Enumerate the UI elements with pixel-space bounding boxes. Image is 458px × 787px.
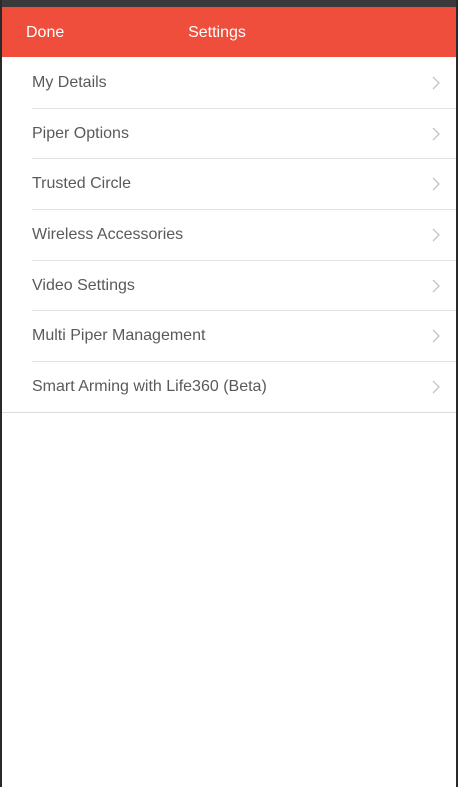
- settings-item-label: Piper Options: [32, 124, 129, 142]
- top-edge: [2, 0, 456, 7]
- settings-item-piper-options[interactable]: Piper Options: [2, 107, 456, 159]
- settings-item-my-details[interactable]: My Details: [2, 57, 456, 108]
- chevron-right-icon: [432, 127, 440, 141]
- chevron-right-icon: [432, 279, 440, 293]
- settings-item-trusted-circle[interactable]: Trusted Circle: [2, 158, 456, 210]
- chevron-right-icon: [432, 380, 440, 394]
- navigation-bar: Done Settings: [2, 7, 456, 57]
- settings-item-label: Video Settings: [32, 276, 135, 294]
- chevron-right-icon: [432, 76, 440, 90]
- settings-item-video-settings[interactable]: Video Settings: [2, 259, 456, 311]
- settings-list: My Details Piper Options Trusted Circle …: [2, 57, 456, 413]
- settings-item-label: Smart Arming with Life360 (Beta): [32, 378, 267, 396]
- settings-item-label: Trusted Circle: [32, 175, 131, 193]
- settings-item-smart-arming[interactable]: Smart Arming with Life360 (Beta): [2, 361, 456, 412]
- app-screen: Done Settings My Details Piper Options T…: [0, 0, 458, 787]
- settings-item-label: Wireless Accessories: [32, 226, 184, 244]
- settings-item-label: My Details: [32, 74, 107, 91]
- page-title: Settings: [188, 24, 246, 41]
- chevron-right-icon: [432, 329, 440, 343]
- chevron-right-icon: [432, 177, 440, 191]
- settings-item-multi-piper-management[interactable]: Multi Piper Management: [2, 310, 456, 362]
- chevron-right-icon: [432, 228, 440, 242]
- settings-item-label: Multi Piper Management: [32, 327, 206, 345]
- settings-item-wireless-accessories[interactable]: Wireless Accessories: [2, 209, 456, 260]
